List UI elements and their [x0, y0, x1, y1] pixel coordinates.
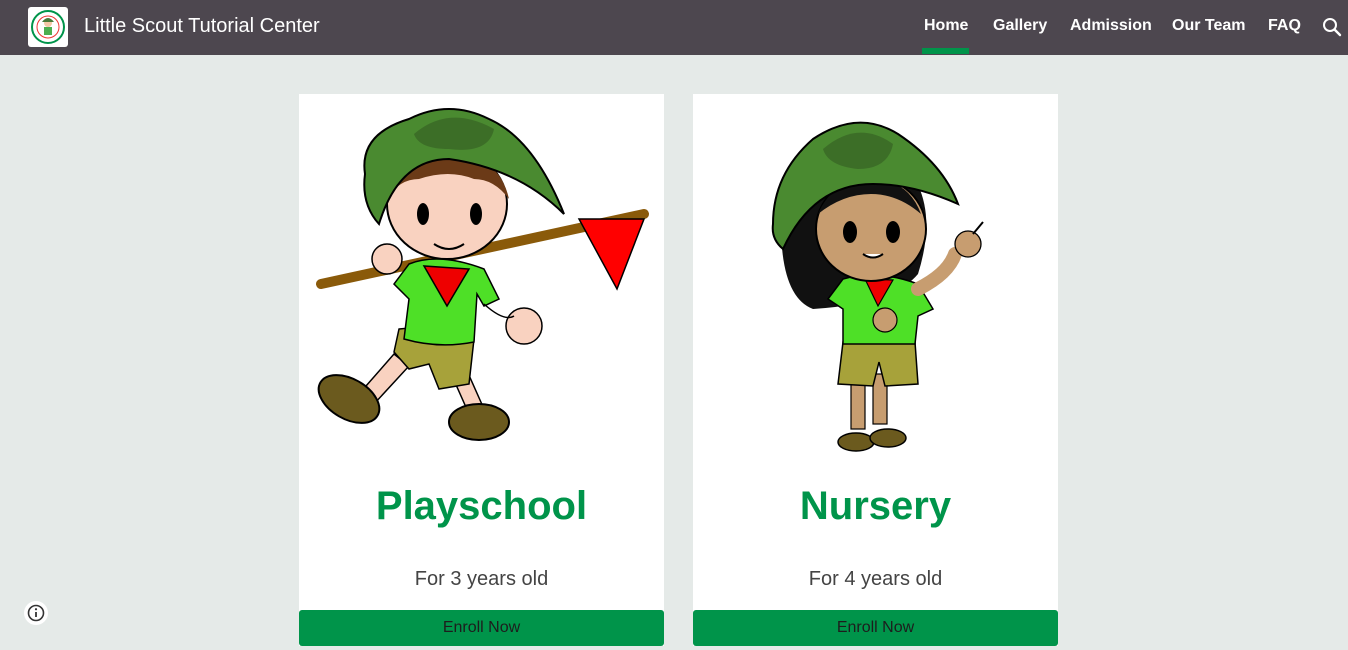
nav-gallery[interactable]: Gallery — [993, 17, 1047, 35]
boy-scout-illustration — [316, 108, 649, 441]
nursery-card: Nursery For 4 years old Enroll Now — [693, 94, 1058, 646]
nav-our-team[interactable]: Our Team — [1172, 17, 1246, 35]
playschool-card: Playschool For 3 years old Enroll Now — [299, 94, 664, 646]
card-subtitle: For 3 years old — [414, 568, 549, 590]
nav-home[interactable]: Home — [924, 17, 968, 35]
site-title[interactable]: Little Scout Tutorial Center — [84, 15, 320, 38]
enroll-now-button[interactable]: Enroll Now — [299, 610, 664, 646]
search-icon — [1323, 18, 1342, 37]
card-subtitle: For 4 years old — [808, 568, 943, 590]
search-button[interactable] — [1320, 15, 1344, 39]
little-scouts-logo-icon — [31, 10, 65, 44]
card-title: Playschool — [375, 484, 588, 528]
site-logo[interactable] — [28, 7, 68, 47]
active-nav-indicator — [922, 48, 969, 54]
enroll-now-button[interactable]: Enroll Now — [693, 610, 1058, 646]
info-icon — [27, 604, 45, 622]
card-title: Nursery — [799, 484, 952, 528]
top-app-bar: Little Scout Tutorial Center Home Galler… — [0, 0, 1348, 55]
nav-admission[interactable]: Admission — [1070, 17, 1152, 35]
girl-scout-illustration — [771, 121, 984, 452]
nav-faq[interactable]: FAQ — [1268, 17, 1301, 35]
info-button[interactable] — [24, 601, 48, 625]
